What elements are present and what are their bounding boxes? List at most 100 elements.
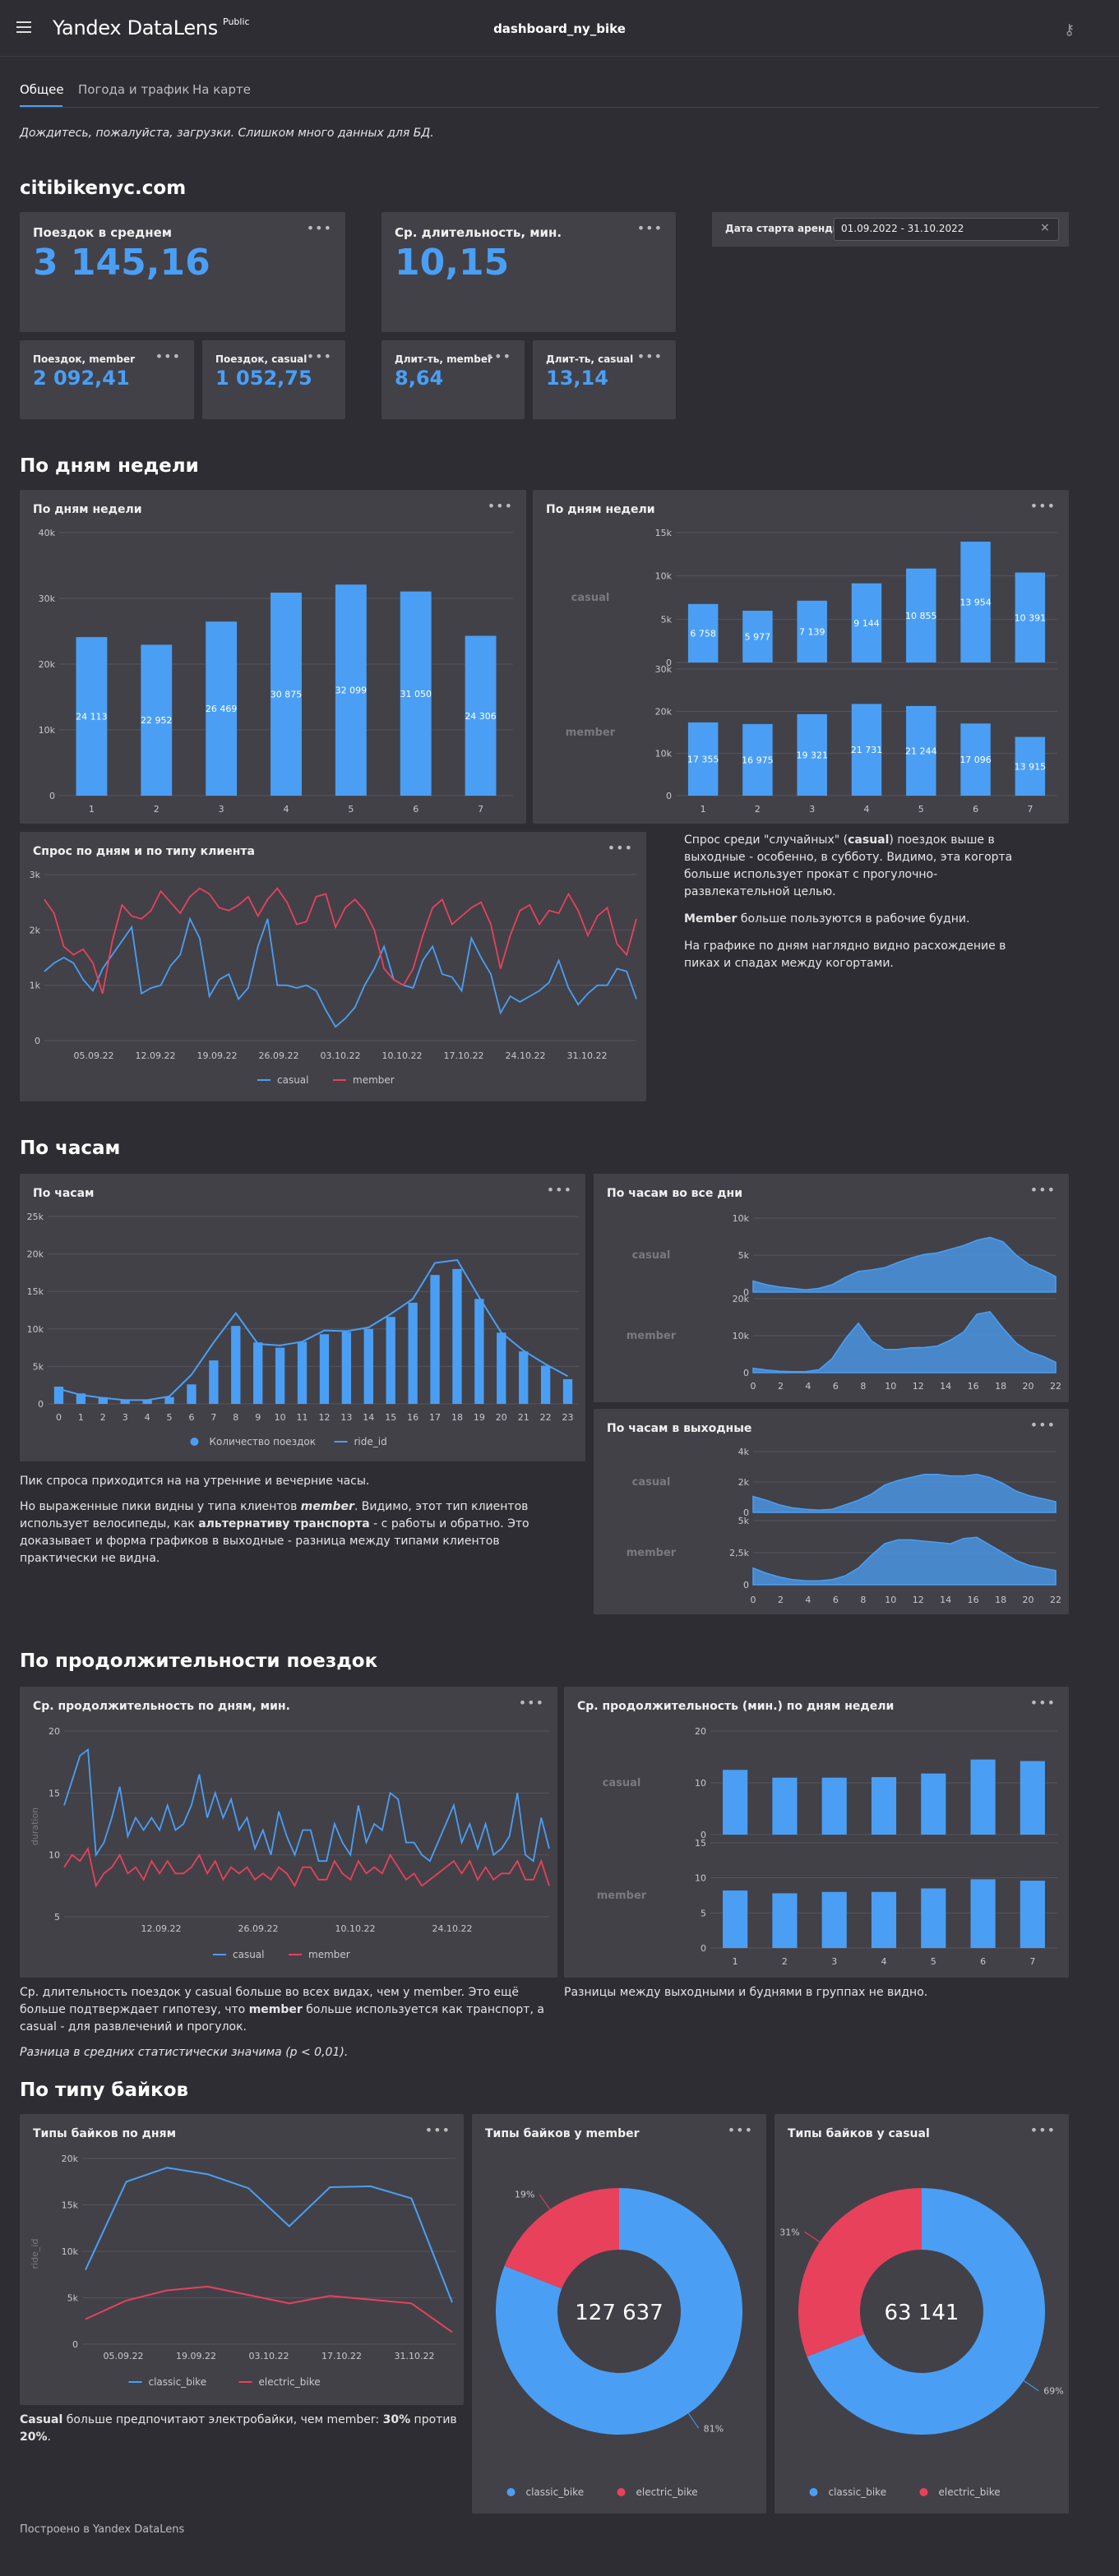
kpi-casual-trips: Поездок, casual ••• 1 052,75 [202, 340, 345, 419]
pie-leader-line [1023, 2380, 1039, 2392]
y-tick-label: 5 [701, 1908, 706, 1918]
data-label: 5 977 [745, 632, 771, 643]
legend-label: classic_bike [149, 2376, 207, 2388]
tab-weather-traffic[interactable]: Погода и трафик [78, 82, 189, 97]
x-tick-label: 1 [89, 804, 95, 815]
y-axis-label: ride_id [30, 2239, 40, 2269]
data-label: 21 244 [905, 746, 937, 756]
kpi-casual-duration: Длит-ть, casual ••• 13,14 [533, 340, 676, 419]
x-tick-label: 3 [123, 1412, 128, 1423]
y-tick-label: 0 [743, 1368, 749, 1378]
x-tick-label: 05.09.22 [74, 1050, 114, 1061]
legend-label: electric_bike [636, 2486, 698, 2498]
data-label: 22 952 [141, 715, 173, 726]
kpi-member-duration: Длит-ть, member ••• 8,64 [381, 340, 525, 419]
x-tick-label: 7 [478, 804, 483, 815]
legend-label: Количество поездок [210, 1436, 316, 1447]
more-icon[interactable]: ••• [307, 220, 332, 236]
pie-leader-line [539, 2194, 551, 2210]
x-tick-label: 4 [145, 1412, 150, 1423]
share-icon[interactable]: ⚷ [1064, 21, 1075, 39]
chart-card-weekdays: По дням недели ••• 0 10k 20k 30k 40k 24 113 22… [20, 490, 526, 824]
more-icon[interactable]: ••• [307, 349, 332, 364]
facet-label: casual [571, 592, 610, 604]
x-tick-label: 17.10.22 [444, 1050, 484, 1061]
legend-label: member [353, 1074, 395, 1086]
y-tick-label: 10k [655, 749, 673, 759]
more-icon[interactable]: ••• [637, 349, 663, 364]
bar [386, 1317, 395, 1404]
y-tick-label: 10k [655, 571, 673, 582]
kpi-label: Ср. длительность, мин. [395, 225, 562, 240]
section-title-site: citibikenyc.com [20, 178, 187, 199]
x-tick-label: 19.09.22 [176, 2351, 216, 2361]
tabs-divider [20, 107, 1099, 108]
x-tick-label: 18 [995, 1595, 1006, 1605]
facet-label: member [597, 1890, 647, 1902]
legend-label: electric_bike [939, 2486, 1001, 2498]
kpi-value: 10,15 [395, 242, 510, 284]
pie-slice-electric_bike [798, 2188, 922, 2357]
x-tick-label: 12 [913, 1381, 924, 1392]
data-label: 24 113 [76, 712, 108, 722]
x-tick-label: 12 [318, 1412, 330, 1423]
duration-line-chart: 5 10 15 20 duration 12.09.22 26.09.22 10.10.22 2… [30, 1726, 550, 1960]
x-tick-label: 7 [210, 1412, 216, 1423]
legend-label: casual [233, 1949, 265, 1960]
y-tick-label: 1k [30, 981, 41, 991]
bar [452, 1268, 462, 1404]
bar [821, 1891, 847, 1948]
chart-card-duration-weekdays: Ср. продолжительность (мин.) по дням нед… [564, 1687, 1069, 1978]
more-icon[interactable]: ••• [486, 349, 511, 364]
clear-icon[interactable]: × [1040, 221, 1050, 234]
facet-label: casual [632, 1476, 671, 1489]
y-tick-label: 20k [62, 2154, 79, 2164]
y-tick-label: 20k [39, 659, 56, 670]
more-icon[interactable]: ••• [637, 220, 663, 236]
chart-card-types-days: Типы байков по дням ••• 0 5k 10k 15k 20k ride… [20, 2114, 464, 2405]
kpi-value: 1 052,75 [215, 367, 312, 390]
x-tick-label: 19 [474, 1412, 485, 1423]
x-tick-label: 31.10.22 [395, 2351, 435, 2361]
area-member [752, 1536, 1057, 1586]
more-icon[interactable]: ••• [155, 349, 181, 364]
bar [209, 1360, 219, 1404]
x-tick-label: 12.09.22 [141, 1923, 182, 1934]
duration-weekdays-bar-chart: 01020casual051015member1 2 3 4 5 6 7 [597, 1726, 1057, 1967]
weekdays-split-bar-chart: 0 5k 10k 15k 6 758 5 977 7 139 9 144 10 855 13 95… [566, 528, 1057, 815]
note-paragraph: Спрос среди "случайных" (casual) поездок… [684, 833, 1013, 898]
x-tick-label: 31.10.22 [567, 1050, 608, 1061]
x-tick-label: 1 [701, 804, 706, 815]
x-tick-label: 4 [881, 1956, 887, 1967]
section-title-duration: По продолжительности поездок [20, 1650, 378, 1672]
y-axis-label: duration [30, 1807, 40, 1845]
x-tick-label: 7 [1027, 804, 1033, 815]
x-tick-label: 5 [167, 1412, 173, 1423]
y-tick-label: 2k [738, 1477, 750, 1488]
y-tick-label: 15 [49, 1788, 60, 1798]
x-tick-label: 22 [540, 1412, 552, 1423]
tab-on-map[interactable]: На карте [192, 82, 251, 97]
bar [723, 1770, 748, 1835]
x-tick-label: 10 [885, 1381, 896, 1392]
casual-donut-chart: 69% 31% 63 141 classic_bike electric_bike [779, 2188, 1064, 2498]
x-tick-label: 6 [973, 804, 978, 815]
pie-slice-label: 69% [1043, 2386, 1063, 2397]
x-tick-label: 14 [363, 1412, 374, 1423]
facet-label: member [627, 1330, 677, 1342]
series-line-electric-bike [85, 2285, 453, 2334]
bar [1020, 1881, 1045, 1948]
y-tick-label: 2k [30, 925, 41, 935]
x-tick-label: 13 [340, 1412, 352, 1423]
x-tick-label: 2 [100, 1412, 106, 1423]
kpi-label: Длит-ть, member [395, 353, 492, 365]
y-tick-label: 10k [39, 725, 56, 736]
bar [408, 1302, 418, 1404]
x-tick-label: 10 [885, 1595, 896, 1605]
legend-label: member [308, 1949, 350, 1960]
tab-general[interactable]: Общее [20, 82, 64, 97]
data-label: 13 954 [959, 598, 992, 608]
date-range-input[interactable]: 01.09.2022 - 31.10.2022 × [834, 218, 1059, 241]
x-tick-label: 03.10.22 [321, 1050, 361, 1061]
hours-notes: Пик спроса приходится на на утренние и в… [20, 1473, 562, 1567]
